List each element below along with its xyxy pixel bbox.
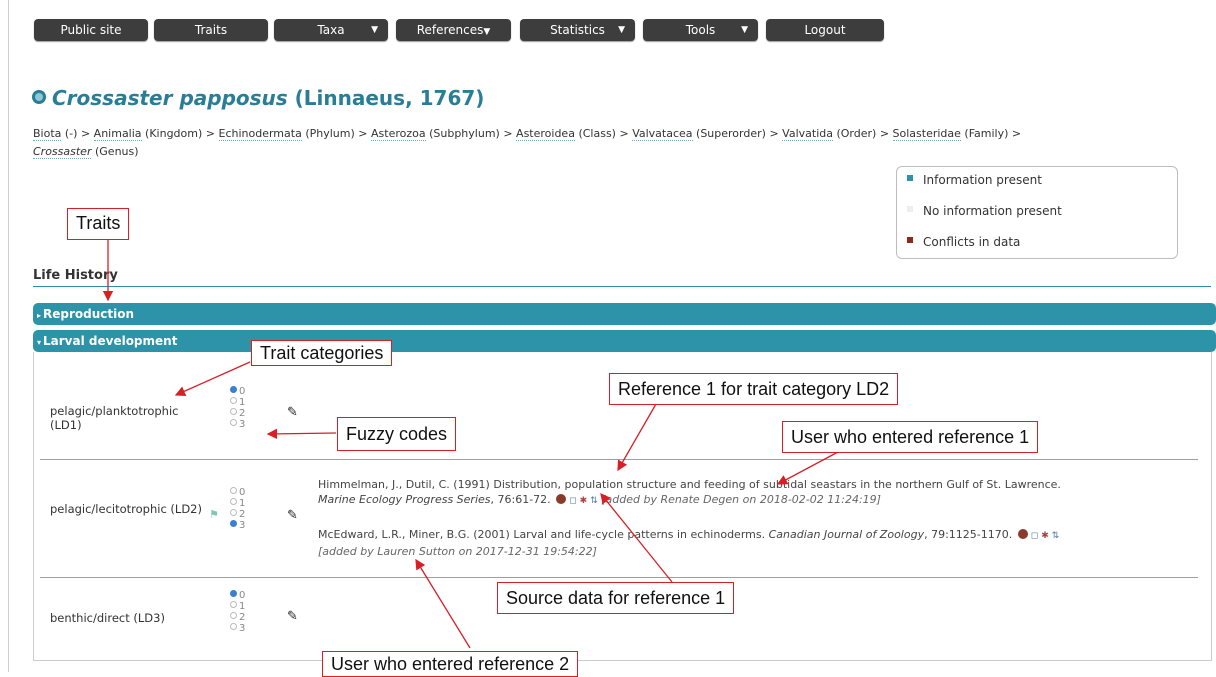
arrow-ref1 <box>617 403 657 472</box>
annotation-arrows <box>102 240 839 649</box>
callout-fuzzy-codes: Fuzzy codes <box>337 417 457 451</box>
arrow-source-ref1 <box>600 492 673 583</box>
callout-user-ref2: User who entered reference 2 <box>322 651 579 677</box>
callout-ref1: Reference 1 for trait category LD2 <box>609 373 899 405</box>
callout-traits: Traits <box>67 208 130 240</box>
arrow-user-ref2 <box>415 558 471 649</box>
callout-user-ref1: User who entered reference 1 <box>782 421 1039 453</box>
arrow-user-ref1 <box>776 451 839 485</box>
callout-trait-categories: Trait categories <box>251 340 393 366</box>
arrow-trait-categories <box>174 361 251 397</box>
callout-source-ref1: Source data for reference 1 <box>497 582 735 614</box>
arrow-fuzzy-codes <box>266 428 337 440</box>
